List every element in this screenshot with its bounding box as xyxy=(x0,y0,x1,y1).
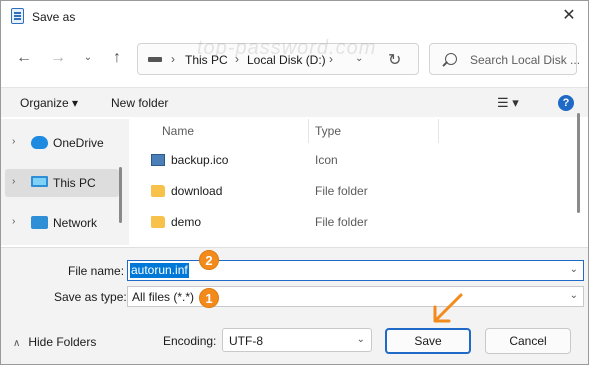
encoding-value: UTF-8 xyxy=(229,334,263,348)
refresh-icon[interactable]: ↻ xyxy=(388,50,401,70)
search-placeholder: Search Local Disk ... xyxy=(470,53,581,67)
column-divider[interactable] xyxy=(308,119,309,143)
monitor-icon xyxy=(31,176,48,187)
file-name-label: File name: xyxy=(68,264,125,278)
file-name-input[interactable]: autorun.inf ⌄ xyxy=(127,260,584,281)
up-arrow-icon[interactable]: ↑ xyxy=(108,49,126,67)
breadcrumb-separator-icon[interactable]: › xyxy=(329,52,333,66)
expand-chevron-icon[interactable]: › xyxy=(12,216,15,227)
nav-scrollbar[interactable] xyxy=(119,167,122,223)
expand-chevron-icon[interactable]: › xyxy=(12,176,15,187)
image-file-icon xyxy=(151,154,165,166)
save-as-dialog: Save as ✕ ← → ⌄ ↑ › This PC › Local Disk… xyxy=(0,0,589,365)
file-type: File folder xyxy=(315,184,368,198)
file-list: Name Type backup.ico Icon download File … xyxy=(129,119,588,245)
notepad-icon xyxy=(11,8,24,24)
file-name-dropdown-chevron-icon[interactable]: ⌄ xyxy=(570,264,578,275)
file-row[interactable]: download File folder xyxy=(129,178,569,208)
nav-item-network[interactable]: › Network xyxy=(5,209,119,237)
view-options-icon[interactable]: ☰ ▾ xyxy=(497,95,519,111)
save-as-type-value: All files (*.*) xyxy=(132,290,195,304)
column-header-type[interactable]: Type xyxy=(315,124,341,138)
file-list-scrollbar[interactable] xyxy=(577,113,580,213)
hide-folders-label: Hide Folders xyxy=(28,335,97,349)
annotation-badge-step-1: 1 xyxy=(199,288,219,308)
file-name: backup.ico xyxy=(171,153,229,167)
onedrive-cloud-icon xyxy=(31,136,48,149)
save-as-type-label: Save as type: xyxy=(54,290,127,304)
breadcrumb-separator-icon[interactable]: › xyxy=(171,52,175,66)
nav-item-this-pc[interactable]: › This PC xyxy=(5,169,119,197)
address-bar[interactable]: › This PC › Local Disk (D:) › ⌄ ↻ xyxy=(137,43,419,75)
close-button[interactable]: ✕ xyxy=(554,3,584,29)
organize-menu[interactable]: Organize ▾ xyxy=(20,96,78,110)
breadcrumb-local-disk[interactable]: Local Disk (D:) xyxy=(247,53,326,67)
encoding-label: Encoding: xyxy=(163,334,217,348)
command-bar: Organize ▾ New folder ☰ ▾ ? xyxy=(1,87,588,117)
drive-icon xyxy=(148,57,162,62)
save-as-type-select[interactable]: All files (*.*) ⌄ xyxy=(127,286,584,307)
dialog-footer: ∧ Hide Folders Encoding: UTF-8 ⌄ Save Can… xyxy=(1,311,588,364)
file-row[interactable]: backup.ico Icon xyxy=(129,147,569,177)
encoding-chevron-icon: ⌄ xyxy=(356,334,365,345)
save-button[interactable]: Save xyxy=(385,328,471,354)
folder-icon xyxy=(151,216,165,228)
back-arrow-icon[interactable]: ← xyxy=(15,49,33,67)
file-type: File folder xyxy=(315,215,368,229)
cancel-button[interactable]: Cancel xyxy=(485,328,571,354)
save-form: File name: autorun.inf ⌄ Save as type: A… xyxy=(1,247,588,311)
new-folder-button[interactable]: New folder xyxy=(111,96,168,110)
nav-item-label: Network xyxy=(53,216,98,230)
navigation-pane: › OneDrive › This PC › Network xyxy=(1,119,129,245)
nav-item-label: This PC xyxy=(53,176,96,190)
folder-icon xyxy=(151,185,165,197)
annotation-badge-step-2: 2 xyxy=(199,250,219,270)
nav-item-onedrive[interactable]: › OneDrive xyxy=(5,129,119,157)
file-name: download xyxy=(171,184,223,198)
file-type: Icon xyxy=(315,153,338,167)
file-name-selected-text: autorun.inf xyxy=(130,263,189,278)
collapse-chevron-icon: ∧ xyxy=(13,338,21,349)
encoding-select[interactable]: UTF-8 ⌄ xyxy=(222,328,372,352)
expand-chevron-icon[interactable]: › xyxy=(12,136,15,147)
address-dropdown-chevron-icon[interactable]: ⌄ xyxy=(355,53,363,64)
window-title: Save as xyxy=(32,10,76,24)
breadcrumb-separator-icon[interactable]: › xyxy=(235,52,239,66)
nav-item-label: OneDrive xyxy=(53,136,104,150)
search-box[interactable]: Search Local Disk ... xyxy=(429,43,581,75)
title-bar: Save as ✕ xyxy=(1,1,588,33)
column-divider[interactable] xyxy=(438,119,439,143)
hide-folders-toggle[interactable]: ∧ Hide Folders xyxy=(13,335,96,349)
file-name: demo xyxy=(171,215,202,229)
annotation-arrow-icon xyxy=(433,293,463,323)
search-icon xyxy=(445,53,457,65)
recent-locations-chevron-icon[interactable]: ⌄ xyxy=(79,49,97,67)
breadcrumb-this-pc[interactable]: This PC xyxy=(185,53,228,67)
save-as-type-chevron-icon[interactable]: ⌄ xyxy=(570,290,578,301)
forward-arrow-icon[interactable]: → xyxy=(49,49,67,67)
file-row[interactable]: demo File folder xyxy=(129,209,569,239)
network-icon xyxy=(31,216,48,229)
column-header-name[interactable]: Name xyxy=(162,124,194,138)
navigation-row: ← → ⌄ ↑ › This PC › Local Disk (D:) › ⌄ … xyxy=(1,41,588,75)
help-icon[interactable]: ? xyxy=(558,95,574,111)
